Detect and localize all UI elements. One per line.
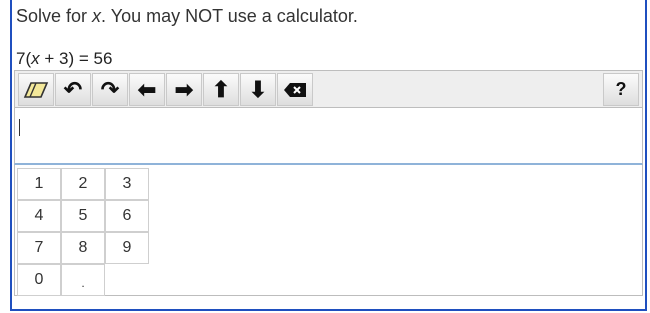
- key-decimal[interactable]: .: [61, 264, 105, 296]
- arrow-left-icon: ⬅: [137, 76, 157, 102]
- key-2[interactable]: 2: [61, 168, 105, 200]
- undo-icon: ↶: [63, 76, 83, 102]
- arrow-up-icon: ⬆: [211, 76, 231, 102]
- help-icon: ?: [615, 79, 627, 99]
- editor-toolbar: ↶ ↷ ⬅ ➡ ⬆ ⬇ ?: [14, 70, 643, 108]
- text-cursor: [19, 119, 20, 136]
- help-button[interactable]: ?: [603, 73, 639, 106]
- move-left-button[interactable]: ⬅: [129, 73, 165, 106]
- backspace-button[interactable]: [277, 73, 313, 106]
- eraser-button[interactable]: [18, 73, 54, 106]
- key-0[interactable]: 0: [17, 264, 61, 296]
- keypad: 1 2 3 4 5 6 7 8 9 0 .: [14, 165, 643, 296]
- move-up-button[interactable]: ⬆: [203, 73, 239, 106]
- key-6[interactable]: 6: [105, 200, 149, 232]
- question-text: Solve for x. You may NOT use a calculato…: [16, 6, 358, 26]
- redo-icon: ↷: [100, 76, 120, 102]
- key-5[interactable]: 5: [61, 200, 105, 232]
- move-right-button[interactable]: ➡: [166, 73, 202, 106]
- key-8[interactable]: 8: [61, 232, 105, 264]
- arrow-down-icon: ⬇: [248, 76, 268, 102]
- key-1[interactable]: 1: [17, 168, 61, 200]
- equation: 7(x + 3) = 56: [16, 49, 113, 68]
- arrow-right-icon: ➡: [174, 76, 194, 102]
- key-7[interactable]: 7: [17, 232, 61, 264]
- move-down-button[interactable]: ⬇: [240, 73, 276, 106]
- redo-button[interactable]: ↷: [92, 73, 128, 106]
- answer-input[interactable]: [14, 108, 643, 165]
- key-4[interactable]: 4: [17, 200, 61, 232]
- undo-button[interactable]: ↶: [55, 73, 91, 106]
- backspace-icon: [284, 82, 306, 97]
- key-9[interactable]: 9: [105, 232, 149, 264]
- key-3[interactable]: 3: [105, 168, 149, 200]
- eraser-icon: [23, 81, 49, 98]
